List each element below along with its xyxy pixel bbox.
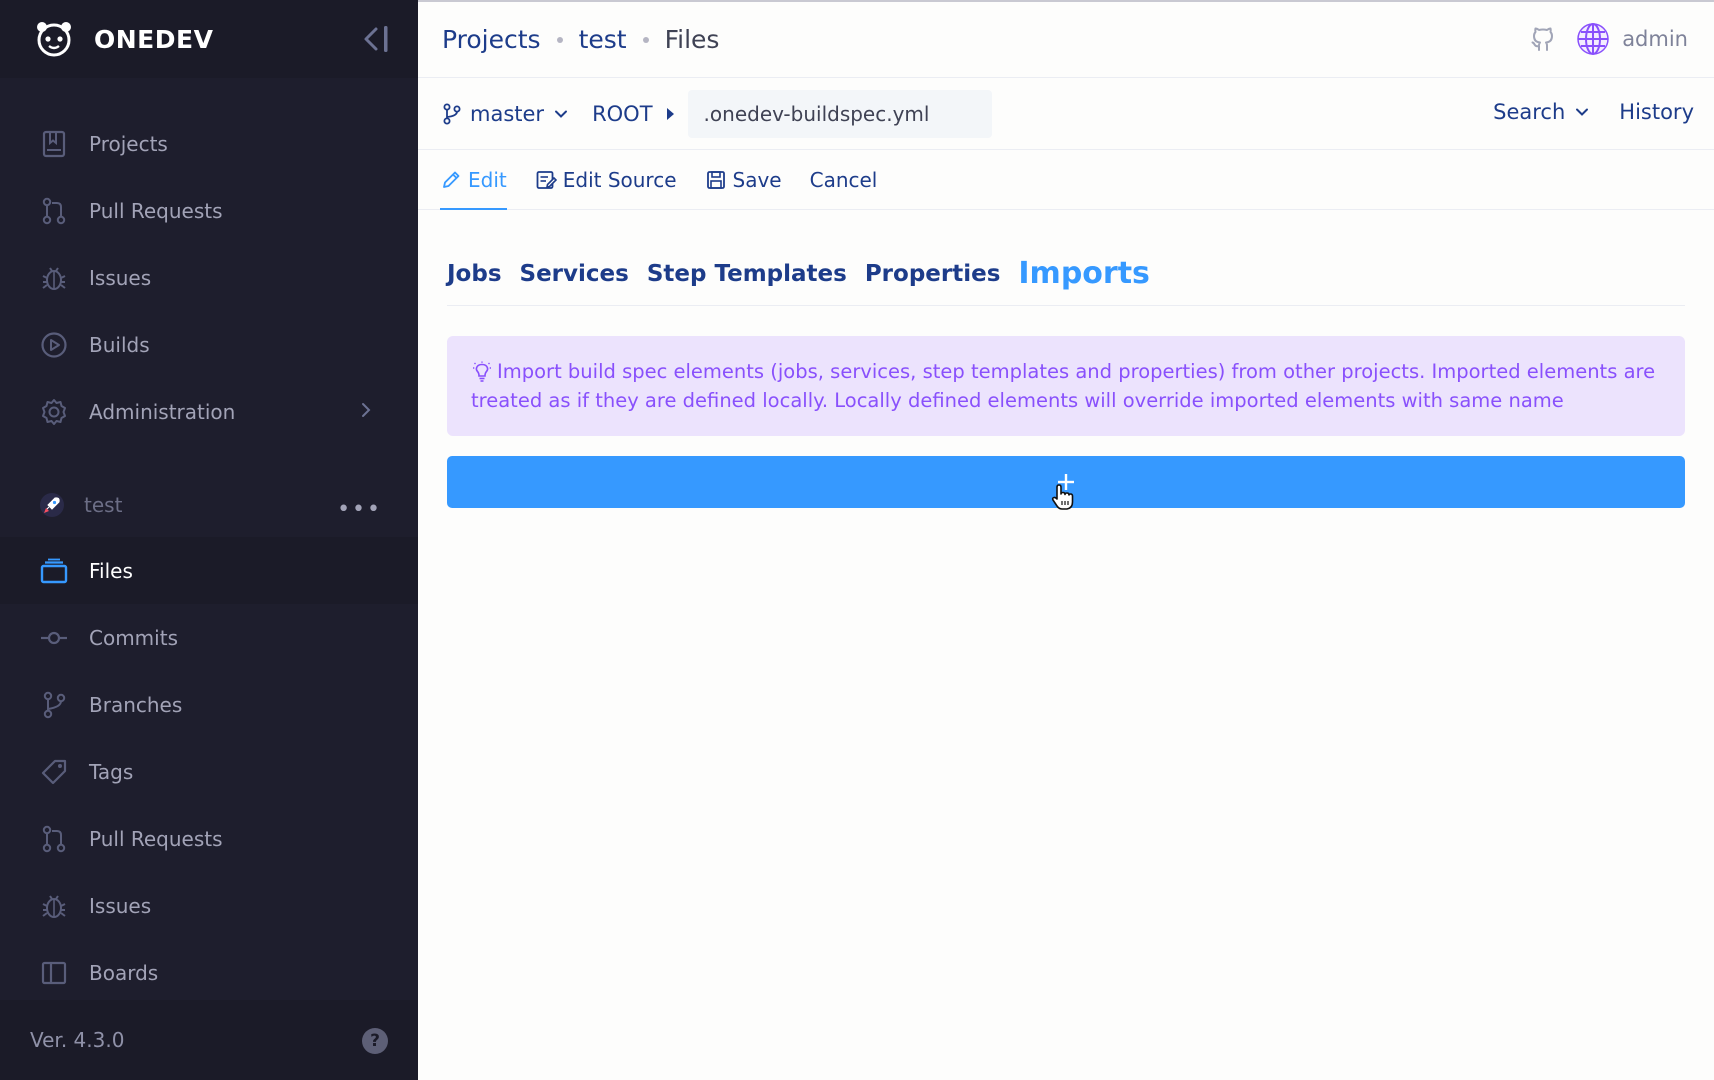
tab-jobs[interactable]: Jobs bbox=[447, 261, 502, 287]
more-options-icon[interactable]: ••• bbox=[337, 497, 382, 522]
tab-properties[interactable]: Properties bbox=[865, 261, 1001, 287]
board-icon bbox=[40, 959, 68, 987]
sidebar-item-commits[interactable]: Commits bbox=[0, 604, 418, 671]
sidebar-item-label: Files bbox=[89, 558, 133, 583]
sidebar-item-administration[interactable]: Administration bbox=[0, 378, 418, 445]
breadcrumb-root[interactable]: ROOT bbox=[592, 101, 674, 126]
rocket-icon bbox=[40, 493, 64, 517]
filename-input[interactable] bbox=[687, 89, 992, 138]
bug-icon bbox=[40, 892, 68, 920]
alert-text: Import build spec elements (jobs, servic… bbox=[471, 360, 1656, 412]
hand-cursor-icon bbox=[1051, 484, 1074, 510]
user-name[interactable]: admin bbox=[1622, 27, 1688, 51]
pull-request-icon bbox=[40, 825, 68, 853]
save-icon bbox=[706, 170, 725, 189]
sidebar-item-label: Boards bbox=[89, 960, 159, 985]
breadcrumb-separator bbox=[642, 36, 649, 43]
chevron-right-icon bbox=[362, 403, 371, 417]
imports-info-alert: Import build spec elements (jobs, servic… bbox=[447, 336, 1685, 436]
github-icon[interactable] bbox=[1528, 24, 1558, 54]
chevron-down-icon bbox=[555, 110, 568, 118]
bug-icon bbox=[40, 264, 68, 292]
file-navigation-bar: master ROOT Search History bbox=[418, 78, 1714, 150]
save-label: Save bbox=[732, 167, 782, 192]
branch-selector[interactable]: master bbox=[442, 102, 568, 126]
sidebar-footer: Ver. 4.3.0 ? bbox=[0, 1000, 418, 1080]
tag-icon bbox=[40, 758, 68, 786]
main-content: Projects test Files admin master ROOT .o… bbox=[418, 0, 1714, 1080]
folder-icon bbox=[40, 557, 68, 585]
sidebar-item-label: Builds bbox=[89, 332, 150, 357]
cancel-label: Cancel bbox=[809, 167, 878, 192]
breadcrumb-files: Files bbox=[664, 25, 720, 54]
buildspec-tabs: Jobs Services Step Templates Properties … bbox=[447, 242, 1685, 306]
sidebar-item-project-issues[interactable]: Issues bbox=[0, 872, 418, 939]
caret-right-icon bbox=[666, 107, 674, 120]
branch-icon bbox=[443, 103, 461, 124]
brand-header: ONEDEV bbox=[0, 0, 418, 78]
cancel-button[interactable]: Cancel bbox=[810, 150, 878, 209]
branch-icon bbox=[40, 691, 68, 719]
sidebar-item-issues[interactable]: Issues bbox=[0, 244, 418, 311]
sidebar-item-branches[interactable]: Branches bbox=[0, 671, 418, 738]
top-bar: Projects test Files admin bbox=[418, 2, 1714, 78]
save-button[interactable]: Save bbox=[705, 150, 782, 209]
sidebar: ONEDEV Projects Pull Requests Issues Bui… bbox=[0, 0, 418, 1080]
sidebar-item-label: Administration bbox=[89, 399, 236, 424]
breadcrumb-projects[interactable]: Projects bbox=[442, 25, 541, 54]
edit-action-bar: Edit Edit Source Save Cancel bbox=[418, 150, 1714, 210]
lightbulb-icon bbox=[473, 361, 491, 382]
add-import-button[interactable] bbox=[447, 456, 1685, 510]
sidebar-item-label: Commits bbox=[89, 625, 178, 650]
edit-label: Edit bbox=[468, 167, 507, 192]
edit-source-label: Edit Source bbox=[562, 167, 677, 192]
search-label: Search bbox=[1493, 100, 1566, 124]
root-label: ROOT bbox=[592, 101, 653, 126]
pull-request-icon bbox=[40, 197, 68, 225]
help-icon[interactable]: ? bbox=[362, 1028, 388, 1054]
sidebar-item-projects[interactable]: Projects bbox=[0, 110, 418, 177]
edit-document-icon bbox=[536, 170, 557, 189]
chevron-down-icon bbox=[1576, 108, 1589, 116]
tab-step-templates[interactable]: Step Templates bbox=[647, 261, 847, 287]
search-dropdown[interactable]: Search bbox=[1493, 100, 1589, 124]
brand-name: ONEDEV bbox=[94, 24, 214, 54]
version-label: Ver. 4.3.0 bbox=[30, 1028, 125, 1052]
sidebar-item-tags[interactable]: Tags bbox=[0, 738, 418, 805]
collapse-sidebar-icon[interactable] bbox=[360, 22, 392, 56]
sidebar-item-label: Pull Requests bbox=[89, 826, 223, 851]
branch-name: master bbox=[470, 101, 545, 126]
project-nav: Files Commits Branches Tags Pull Request… bbox=[0, 537, 418, 1006]
bookmark-icon bbox=[40, 130, 68, 158]
sidebar-item-label: Tags bbox=[89, 759, 134, 784]
avatar[interactable] bbox=[1576, 22, 1610, 56]
history-link[interactable]: History bbox=[1619, 100, 1694, 124]
project-name: test bbox=[84, 493, 123, 517]
play-circle-icon bbox=[40, 331, 68, 359]
sidebar-item-builds[interactable]: Builds bbox=[0, 311, 418, 378]
tab-imports[interactable]: Imports bbox=[1018, 256, 1150, 291]
tab-services[interactable]: Services bbox=[520, 261, 629, 287]
sidebar-item-project-pull-requests[interactable]: Pull Requests bbox=[0, 805, 418, 872]
commit-icon bbox=[40, 624, 68, 652]
breadcrumb-test[interactable]: test bbox=[579, 25, 627, 54]
breadcrumb-separator bbox=[556, 36, 563, 43]
global-nav: Projects Pull Requests Issues Builds Adm… bbox=[0, 78, 418, 445]
sidebar-item-label: Branches bbox=[89, 692, 183, 717]
sidebar-item-label: Pull Requests bbox=[89, 198, 223, 223]
gear-icon bbox=[40, 398, 68, 426]
sidebar-item-boards[interactable]: Boards bbox=[0, 939, 418, 1006]
file-actions: Search History bbox=[1493, 100, 1694, 124]
edit-button[interactable]: Edit bbox=[440, 150, 507, 210]
onedev-logo-icon[interactable] bbox=[32, 17, 76, 61]
sidebar-item-label: Projects bbox=[89, 131, 168, 156]
sidebar-item-pull-requests[interactable]: Pull Requests bbox=[0, 177, 418, 244]
user-area: admin bbox=[1528, 22, 1688, 56]
sidebar-item-label: Issues bbox=[89, 893, 152, 918]
sidebar-item-files[interactable]: Files bbox=[0, 537, 418, 604]
sidebar-item-label: Issues bbox=[89, 265, 152, 290]
pencil-icon bbox=[443, 171, 460, 188]
edit-source-button[interactable]: Edit Source bbox=[535, 150, 677, 209]
sidebar-project-header[interactable]: test ••• bbox=[0, 473, 418, 537]
